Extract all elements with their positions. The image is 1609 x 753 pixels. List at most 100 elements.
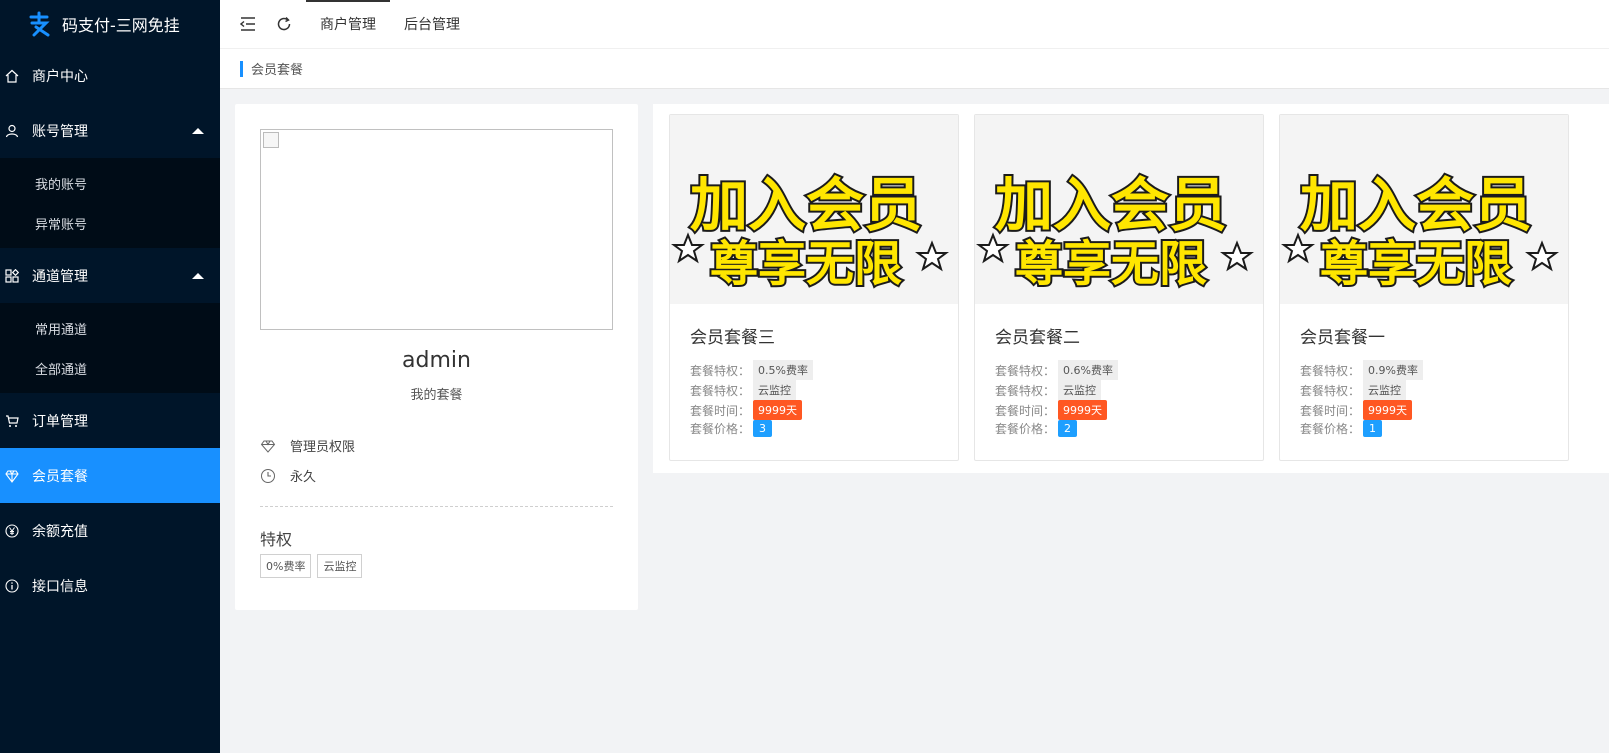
- submenu-account: 我的账号 异常账号: [0, 158, 220, 248]
- package-label: 套餐特权：: [690, 363, 751, 378]
- package-price: 3: [753, 420, 772, 437]
- package-price-row: 套餐价格： 1: [1300, 420, 1382, 437]
- package-panel: 加入会员 尊享无限 会员套餐三 套餐特权： 0.5%费率 套餐特权： 云监控 套…: [653, 104, 1609, 473]
- chevron-up-icon: [192, 127, 204, 134]
- package-time-row: 套餐时间： 9999天: [690, 400, 802, 420]
- package-banner: 加入会员 尊享无限: [1280, 115, 1568, 304]
- package-rate-row: 套餐特权： 0.9%费率: [1300, 360, 1423, 380]
- sidebar-item-label: 余额充值: [32, 523, 88, 540]
- sidebar-subitem-common-channel[interactable]: 常用通道: [0, 308, 220, 348]
- sidebar-item-order-management[interactable]: 订单管理: [0, 393, 220, 448]
- banner-line1: 加入会员: [690, 171, 922, 239]
- package-banner: 加入会员 尊享无限: [670, 115, 958, 304]
- sidebar-item-label: 会员套餐: [32, 468, 88, 485]
- sidebar-item-channel-management[interactable]: 通道管理: [0, 248, 220, 303]
- package-label: 套餐特权：: [995, 383, 1056, 398]
- package-time: 9999天: [1058, 400, 1107, 420]
- package-rate-row: 套餐特权： 0.6%费率: [995, 360, 1118, 380]
- package-feature-row: 套餐特权： 云监控: [1300, 380, 1406, 400]
- package-name: 会员套餐一: [1300, 328, 1385, 348]
- sidebar-item-label: 订单管理: [32, 413, 88, 430]
- package-label: 套餐价格：: [690, 422, 751, 436]
- sidebar-item-account-management[interactable]: 账号管理: [0, 103, 220, 158]
- package-label: 套餐特权：: [995, 363, 1056, 378]
- tab-backend-management[interactable]: 后台管理: [390, 0, 474, 49]
- app-title: 码支付-三网免挂: [62, 16, 180, 35]
- avatar: [260, 129, 613, 330]
- package-card[interactable]: 加入会员 尊享无限 会员套餐一 套餐特权： 0.9%费率 套餐特权： 云监控 套…: [1279, 114, 1569, 461]
- package-label: 套餐时间：: [1300, 403, 1361, 418]
- clock-icon: [260, 468, 276, 484]
- submenu-channel: 常用通道 全部通道: [0, 303, 220, 393]
- package-card[interactable]: 加入会员 尊享无限 会员套餐二 套餐特权： 0.6%费率 套餐特权： 云监控 套…: [974, 114, 1264, 461]
- profile-name: admin: [402, 348, 471, 373]
- cart-icon: [5, 414, 19, 428]
- profile-subtitle: 我的套餐: [410, 388, 463, 403]
- package-price-row: 套餐价格： 3: [690, 420, 772, 437]
- sidebar-item-api-info[interactable]: 接口信息: [0, 558, 220, 613]
- profile-role-text: 管理员权限: [290, 440, 356, 455]
- sidebar-subitem-my-account[interactable]: 我的账号: [0, 163, 220, 203]
- package-label: 套餐价格：: [995, 422, 1056, 436]
- privilege-tag: 0%费率: [260, 554, 312, 578]
- profile-duration-text: 永久: [290, 470, 317, 485]
- package-rate: 0.9%费率: [1363, 360, 1423, 380]
- package-name: 会员套餐二: [995, 328, 1080, 348]
- breadcrumb-marker: [240, 60, 243, 77]
- privilege-tag: 云监控: [317, 554, 363, 578]
- package-rate: 0.5%费率: [753, 360, 813, 380]
- banner-line2: 尊享无限: [1015, 236, 1207, 292]
- sidebar-item-merchant-center[interactable]: 商户中心: [0, 48, 220, 103]
- package-banner: 加入会员 尊享无限: [975, 115, 1263, 304]
- package-label: 套餐时间：: [690, 403, 751, 418]
- privilege-tags: 0%费率 云监控: [260, 554, 363, 578]
- home-icon: [5, 69, 19, 83]
- tab-merchant-management[interactable]: 商户管理: [306, 0, 390, 49]
- package-label: 套餐特权：: [1300, 383, 1361, 398]
- broken-image-icon: [263, 132, 279, 148]
- sidebar-item-membership[interactable]: 会员套餐: [0, 448, 220, 503]
- package-feature-row: 套餐特权： 云监控: [995, 380, 1101, 400]
- package-rate-row: 套餐特权： 0.5%费率: [690, 360, 813, 380]
- package-time: 9999天: [753, 400, 802, 420]
- privilege-title: 特权: [260, 530, 293, 549]
- banner-line2: 尊享无限: [1320, 236, 1512, 292]
- package-feature: 云监控: [753, 380, 796, 400]
- diamond-icon: [5, 469, 19, 483]
- info-icon: [5, 578, 19, 593]
- package-price: 1: [1363, 420, 1382, 437]
- diamond-icon: [260, 438, 276, 454]
- sidebar-subitem-abnormal-account[interactable]: 异常账号: [0, 203, 220, 243]
- package-rate: 0.6%费率: [1058, 360, 1118, 380]
- package-price: 2: [1058, 420, 1077, 437]
- sidebar-item-label: 接口信息: [32, 578, 88, 595]
- divider: [260, 506, 613, 507]
- refresh-icon[interactable]: [274, 14, 294, 34]
- apps-icon: [5, 268, 19, 283]
- package-time-row: 套餐时间： 9999天: [1300, 400, 1412, 420]
- package-label: 套餐特权：: [690, 383, 751, 398]
- menu-collapse-icon[interactable]: [238, 14, 258, 34]
- package-card[interactable]: 加入会员 尊享无限 会员套餐三 套餐特权： 0.5%费率 套餐特权： 云监控 套…: [669, 114, 959, 461]
- profile-duration: 永久: [260, 466, 316, 485]
- package-time: 9999天: [1363, 400, 1412, 420]
- logo[interactable]: 码支付-三网免挂: [0, 0, 220, 48]
- sidebar-item-balance-recharge[interactable]: 余额充值: [0, 503, 220, 558]
- top-bar: 商户管理 后台管理: [220, 0, 1609, 49]
- package-feature: 云监控: [1058, 380, 1101, 400]
- banner-line2: 尊享无限: [710, 236, 902, 292]
- user-icon: [5, 124, 19, 138]
- sidebar-item-label: 商户中心: [32, 68, 88, 85]
- package-time-row: 套餐时间： 9999天: [995, 400, 1107, 420]
- sidebar-item-label: 通道管理: [32, 268, 88, 285]
- sidebar-subitem-all-channel[interactable]: 全部通道: [0, 348, 220, 388]
- breadcrumb-current[interactable]: 会员套餐: [251, 59, 303, 78]
- breadcrumb: 会员套餐: [220, 49, 1609, 89]
- package-feature: 云监控: [1363, 380, 1406, 400]
- banner-line1: 加入会员: [995, 171, 1227, 239]
- sidebar: 码支付-三网免挂 商户中心 账号管理 我的账号 异常账号 通道管理 常用通道 全…: [0, 0, 220, 753]
- logo-icon: [26, 11, 52, 37]
- package-feature-row: 套餐特权： 云监控: [690, 380, 796, 400]
- chevron-up-icon: [192, 272, 204, 279]
- package-price-row: 套餐价格： 2: [995, 420, 1077, 437]
